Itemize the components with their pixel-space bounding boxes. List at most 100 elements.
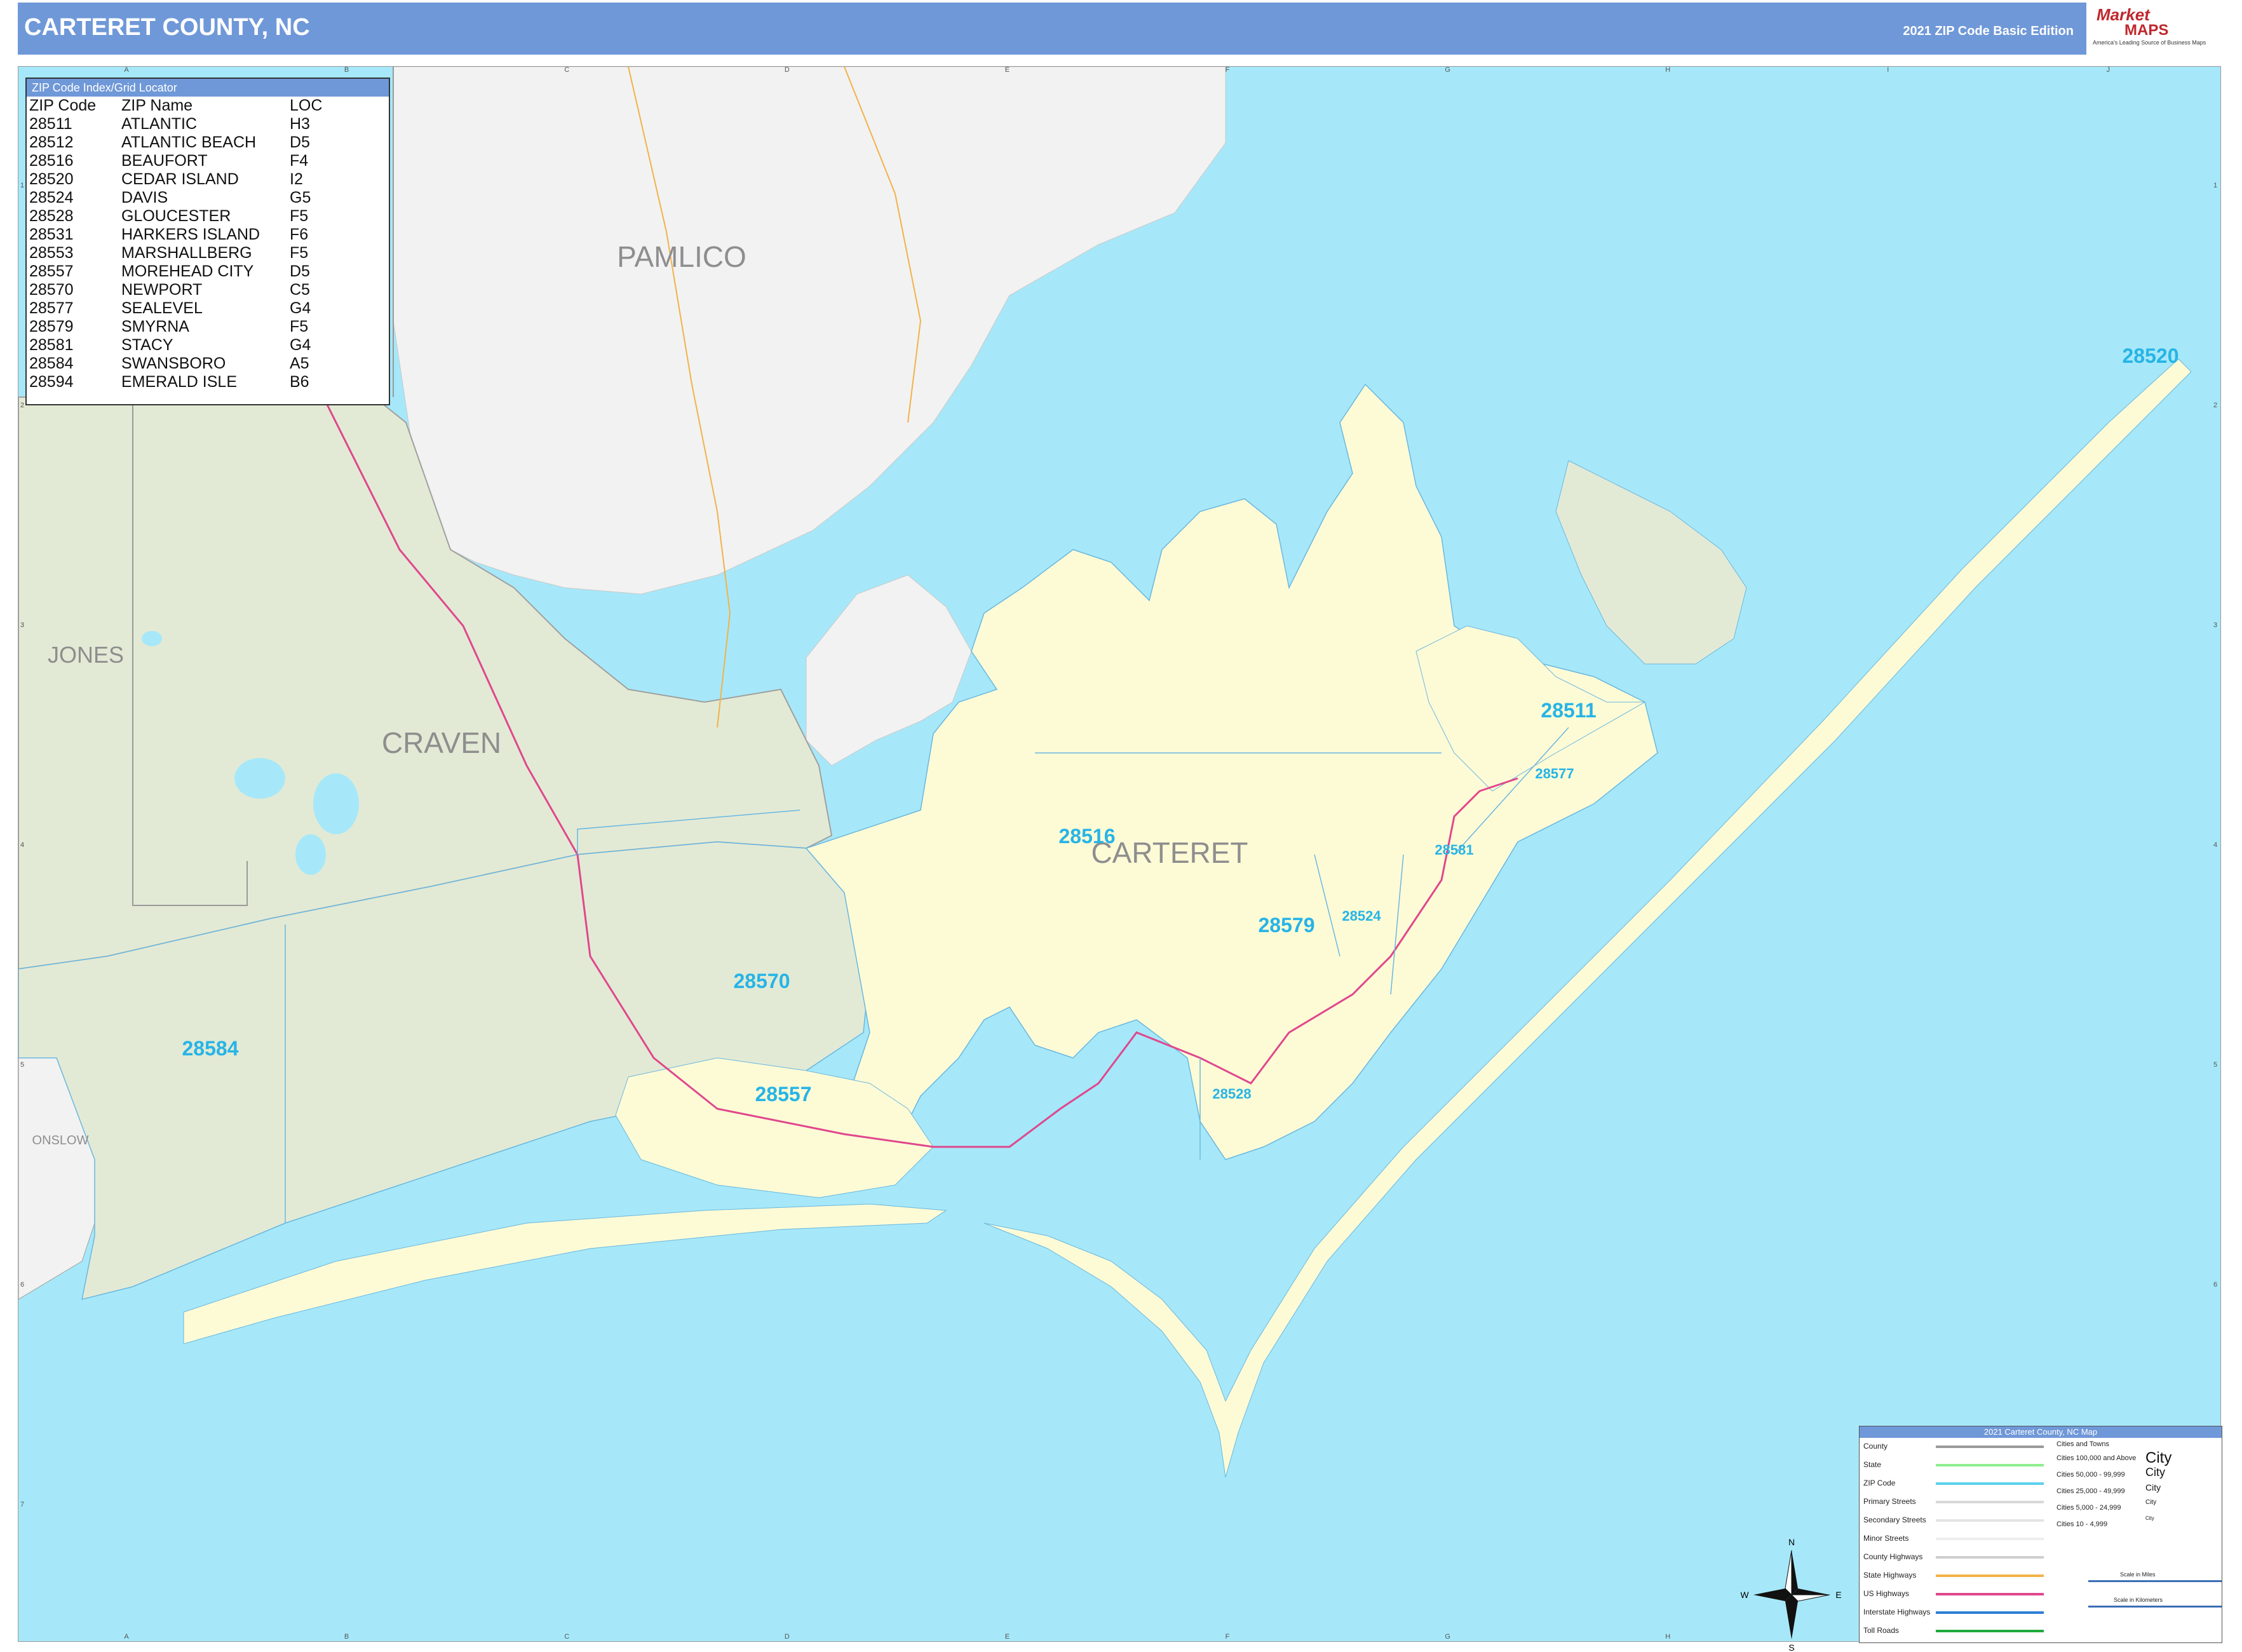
grid-row-label: 4: [2213, 841, 2217, 849]
zip-name-cell: CEDAR ISLAND: [121, 170, 239, 188]
zip-name-cell: HARKERS ISLAND: [121, 226, 260, 243]
zip-name-cell: SEALEVEL: [121, 299, 203, 317]
zip-name-cell: DAVIS: [121, 189, 168, 207]
zip-name-cell: EMERALD ISLE: [121, 373, 238, 391]
zip-loc-cell: G4: [290, 299, 311, 317]
zip-loc-cell: F5: [290, 244, 309, 262]
grid-row-label: 2: [20, 402, 24, 409]
lake: [295, 834, 326, 875]
legend-city-class-label: Cities 5,000 - 24,999: [2056, 1504, 2121, 1512]
zip-loc-cell: B6: [290, 373, 309, 391]
legend-city-class-label: Cities 10 - 4,999: [2056, 1520, 2108, 1528]
zip-code-cell: 28512: [29, 133, 74, 151]
logo-sub-text: MAPS: [2124, 22, 2169, 39]
zip-index-row: 28528 GLOUCESTER F5: [29, 207, 322, 226]
legend-item-label: Minor Streets: [1863, 1534, 1909, 1543]
zip-name-cell: ATLANTIC: [121, 115, 197, 133]
zip-name-cell: MOREHEAD CITY: [121, 262, 254, 280]
zip-index-row: 28531 HARKERS ISLAND F6: [29, 226, 322, 244]
grid-column-label: C: [564, 67, 569, 74]
zip-loc-cell: A5: [290, 355, 309, 372]
lake: [142, 631, 162, 646]
zip-loc-cell: F5: [290, 318, 309, 335]
zip-code-cell: 28511: [29, 115, 72, 133]
zip-name-cell: GLOUCESTER: [121, 207, 231, 225]
zip-code-cell: 28581: [29, 336, 74, 354]
zip-index-row: 28581 STACY G4: [29, 336, 322, 355]
legend-line-swatch: [1936, 1501, 2044, 1503]
zip-index-title: ZIP Code Index/Grid Locator: [27, 79, 389, 97]
zip-index-row: 28511 ATLANTIC H3: [29, 115, 322, 133]
grid-column-label: A: [124, 67, 129, 74]
compass-n: N: [1788, 1538, 1795, 1547]
legend-item-label: Primary Streets: [1863, 1497, 1916, 1506]
legend-item-label: ZIP Code: [1863, 1479, 1896, 1487]
zip-label: 28557: [755, 1083, 812, 1106]
zip-label: 28581: [1435, 842, 1473, 858]
scale-bar-miles: [2088, 1580, 2222, 1582]
legend-city-sample: City: [2145, 1515, 2154, 1521]
zip-code-cell: 28524: [29, 189, 74, 207]
grid-column-label: D: [785, 1633, 790, 1641]
zip-name-cell: NEWPORT: [121, 281, 203, 299]
legend-city-sample: City: [2145, 1449, 2172, 1466]
grid-column-label: H: [1665, 1633, 1670, 1641]
zip-code-cell: 28520: [29, 170, 74, 188]
county-label-onslow: ONSLOW: [32, 1134, 89, 1148]
zip-index-body: 28511 ATLANTIC H3 28512 ATLANTIC BEACH D5 2851…: [29, 115, 322, 391]
grid-row-label: 4: [20, 841, 24, 849]
legend-line-swatch: [1936, 1611, 2044, 1614]
legend-city-sample: City: [2145, 1482, 2161, 1493]
zip-index-row: 28512 ATLANTIC BEACH D5: [29, 133, 322, 152]
legend-line-swatch: [1936, 1630, 2044, 1632]
zip-name-cell: ATLANTIC BEACH: [121, 133, 257, 151]
zip-label: 28528: [1212, 1086, 1251, 1102]
lake: [313, 773, 359, 834]
grid-row-label: 6: [2213, 1281, 2217, 1289]
zip-name-cell: MARSHALLBERG: [121, 244, 252, 262]
legend-line-swatch: [1936, 1538, 2044, 1540]
zip-loc-cell: F6: [290, 226, 309, 243]
grid-column-label: G: [1445, 1633, 1450, 1641]
legend-line-swatch: [1936, 1519, 2044, 1522]
grid-column-label: I: [1887, 67, 1889, 74]
legend-city-class-label: Cities 50,000 - 99,999: [2056, 1471, 2125, 1479]
zip-code-cell: 28528: [29, 207, 74, 225]
grid-column-label: F: [1226, 67, 1230, 74]
zip-index-header: ZIP Code: [29, 97, 97, 114]
zip-loc-cell: G4: [290, 336, 311, 354]
zip-label: 28579: [1259, 914, 1315, 937]
zip-loc-cell: D5: [290, 262, 310, 280]
zip-index-row: 28579 SMYRNA F5: [29, 318, 322, 336]
zip-name-cell: SMYRNA: [121, 318, 189, 335]
legend-line-swatch: [1936, 1482, 2044, 1485]
legend-item-label: Interstate Highways: [1863, 1608, 1931, 1616]
legend-city-sample: City: [2145, 1466, 2165, 1479]
zip-name-cell: STACY: [121, 336, 173, 354]
legend-line-swatch: [1936, 1593, 2044, 1595]
grid-column-label: F: [1226, 1633, 1230, 1641]
zip-index-row: 28553 MARSHALLBERG F5: [29, 244, 322, 262]
legend-line-swatch: [1936, 1556, 2044, 1559]
grid-column-label: H: [1665, 67, 1670, 74]
grid-column-label: D: [785, 67, 790, 74]
market-maps-logo: Market MAPS America's Leading Source of …: [2085, 3, 2220, 55]
legend-item-label: State Highways: [1863, 1571, 1917, 1580]
zip-code-cell: 28557: [29, 262, 74, 280]
zip-index-header: LOC: [290, 97, 323, 114]
scale-km-label: Scale in Kilometers: [2114, 1597, 2163, 1603]
zip-index-row: 28557 MOREHEAD CITY D5: [29, 262, 322, 281]
zip-loc-cell: D5: [290, 133, 310, 151]
zip-index-row: 28584 SWANSBORO A5: [29, 355, 322, 373]
grid-column-label: B: [344, 67, 349, 74]
grid-column-label: G: [1445, 67, 1450, 74]
legend-item-label: Toll Roads: [1863, 1626, 1900, 1635]
header-bar: CARTERET COUNTY, NC 2021 ZIP Code Basic …: [18, 3, 2220, 55]
grid-row-label: 1: [20, 182, 24, 189]
legend-line-swatch: [1936, 1446, 2044, 1448]
zip-loc-cell: I2: [290, 170, 303, 188]
grid-column-label: J: [2107, 67, 2110, 74]
legend-city-class-label: Cities 25,000 - 49,999: [2056, 1487, 2125, 1495]
zip-code-index-panel: ZIP Code Index/Grid Locator ZIP Code ZIP…: [25, 78, 390, 405]
zip-code-cell: 28553: [29, 244, 74, 262]
